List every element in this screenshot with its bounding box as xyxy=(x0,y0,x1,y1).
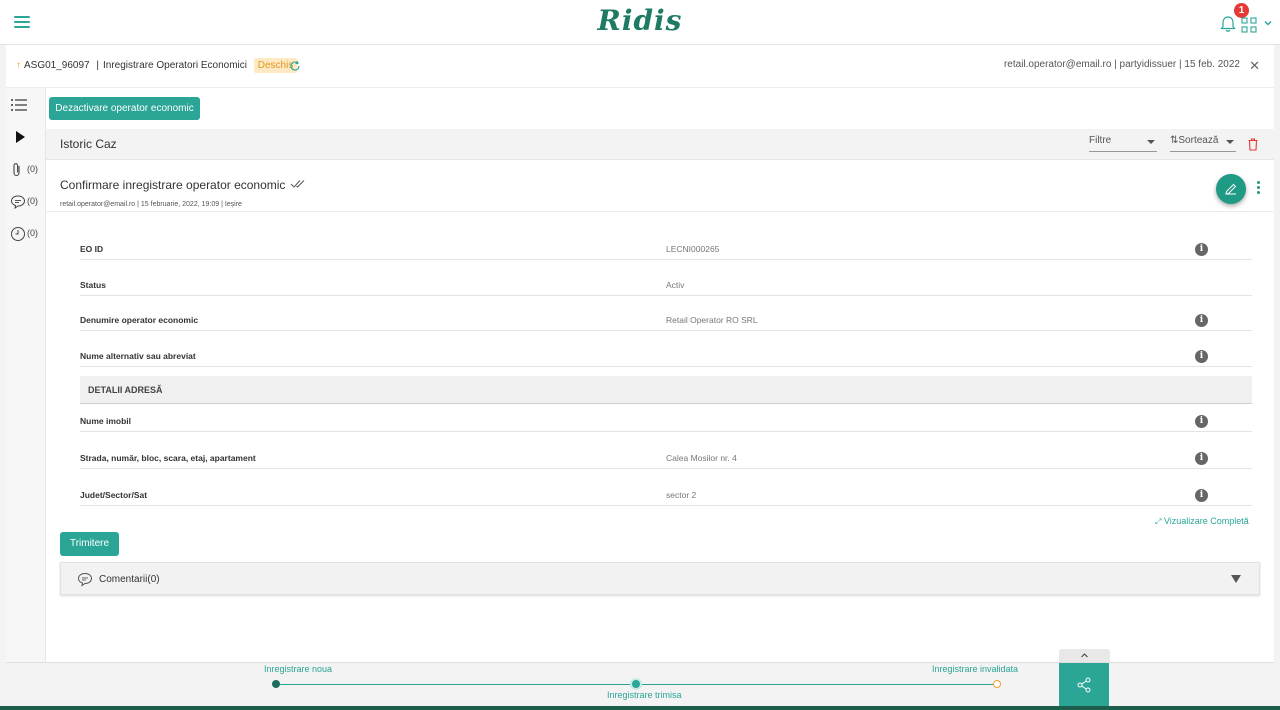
play-icon xyxy=(16,131,25,143)
field-row-county: Judet/Sector/Sat sector 2 i xyxy=(80,484,1252,506)
notification-badge: 1 xyxy=(1234,3,1249,18)
field-label: Denumire operator economic xyxy=(80,315,199,325)
case-id[interactable]: ASG01_96097 xyxy=(24,60,90,71)
app-logo[interactable]: Ridis xyxy=(0,4,1280,37)
step-label-new: Inregistrare noua xyxy=(264,664,333,674)
expand-icon: ⤢ xyxy=(1155,517,1162,526)
comments-title: Comentarii xyxy=(99,574,148,585)
case-breadcrumb: ↑ ASG01_96097 | Inregistrare Operatori Eco… xyxy=(16,58,298,73)
caret-down-icon xyxy=(1147,140,1155,144)
case-type: Inregistrare Operatori Economici xyxy=(103,60,247,71)
case-header: ↑ ASG01_96097 | Inregistrare Operatori Eco… xyxy=(6,45,1274,88)
comments-panel[interactable]: Comentarii(0) xyxy=(60,562,1260,595)
double-check-icon xyxy=(290,180,305,188)
refresh-icon[interactable] xyxy=(289,60,301,72)
caret-down-icon xyxy=(1226,140,1234,144)
field-row-street: Strada, număr, bloc, scara, etaj, aparta… xyxy=(80,447,1252,469)
rail-comments-button[interactable]: (0) xyxy=(6,192,46,212)
field-label: Nume alternativ sau abreviat xyxy=(80,351,196,361)
attachments-count: (0) xyxy=(27,164,38,174)
field-value: Retail Operator RO SRL xyxy=(666,315,758,325)
case-history-title: Istoric Caz xyxy=(60,137,117,151)
field-label: EO ID xyxy=(80,244,104,254)
trash-icon[interactable] xyxy=(1247,138,1259,151)
field-label: Nume imobil xyxy=(80,416,132,426)
entry-meta: retail.operator@email.ro | 15 februarie,… xyxy=(60,201,242,208)
bottom-edge xyxy=(0,706,1280,710)
field-label: Judet/Sector/Sat xyxy=(80,490,148,500)
comment-icon xyxy=(77,572,93,587)
field-row-building-name: Nume imobil i xyxy=(80,410,1252,432)
share-button[interactable] xyxy=(1059,663,1109,706)
info-icon[interactable]: i xyxy=(1195,314,1208,327)
apps-grid-icon[interactable] xyxy=(1241,17,1257,33)
edit-button[interactable] xyxy=(1216,174,1246,204)
sort-select-label: Sortează xyxy=(1178,135,1219,146)
comments-label: Comentarii(0) xyxy=(99,574,160,585)
step-dot-sent[interactable] xyxy=(632,680,640,688)
field-row-operator-name: Denumire operator economic Retail Operat… xyxy=(80,309,1252,331)
list-icon xyxy=(11,99,27,111)
rail-play-button[interactable] xyxy=(6,128,46,148)
breadcrumb-separator: | xyxy=(96,60,100,71)
info-icon[interactable]: i xyxy=(1195,415,1208,428)
case-history-bar: Istoric Caz Filtre ⇅Sortează xyxy=(46,129,1274,160)
step-label-invalidated: Inregistrare invalidata xyxy=(932,664,1019,674)
field-value: sector 2 xyxy=(666,490,697,500)
field-row-alt-name: Nume alternativ sau abreviat i xyxy=(80,345,1252,367)
section-title: DETALII ADRESĂ xyxy=(88,385,163,395)
top-bar: Ridis 1 xyxy=(0,0,1280,45)
history-count: (0) xyxy=(27,228,38,238)
sort-select[interactable]: ⇅Sortează xyxy=(1170,135,1236,152)
chevron-up-icon xyxy=(1081,653,1088,658)
main-panel: Dezactivare operator economic Istoric Ca… xyxy=(46,88,1274,662)
field-label: Status xyxy=(80,280,106,290)
case-meta: retail.operator@email.ro | partyidissuer… xyxy=(1003,59,1240,70)
field-value: Activ xyxy=(666,280,685,290)
pencil-icon xyxy=(1225,183,1237,195)
field-value: Calea Mosilor nr. 4 xyxy=(666,453,737,463)
full-view-link[interactable]: ⤢ Vizualizare Completă xyxy=(1155,516,1249,527)
step-dot-invalidated[interactable] xyxy=(993,680,1001,688)
field-row-eo-id: EO ID LECNI000265 i xyxy=(80,238,1252,260)
address-section-header: DETALII ADRESĂ xyxy=(80,376,1252,404)
step-label-sent: Inregistrare trimisa xyxy=(607,690,682,700)
send-button[interactable]: Trimitere xyxy=(60,532,119,556)
caret-down-icon[interactable] xyxy=(1231,575,1241,583)
share-icon xyxy=(1077,677,1091,693)
field-row-status: Status Activ xyxy=(80,274,1252,296)
info-icon[interactable]: i xyxy=(1195,350,1208,363)
step-dot-new[interactable] xyxy=(272,680,280,688)
comments-count: (0) xyxy=(147,574,160,585)
info-icon[interactable]: i xyxy=(1195,489,1208,502)
field-label: Strada, număr, bloc, scara, etaj, aparta… xyxy=(80,453,256,463)
arrow-up-icon: ↑ xyxy=(16,60,21,71)
close-icon[interactable]: ✕ xyxy=(1249,58,1260,74)
bell-icon[interactable] xyxy=(1219,15,1237,33)
filter-select[interactable]: Filtre xyxy=(1089,135,1157,152)
deactivate-operator-button[interactable]: Dezactivare operator economic xyxy=(49,97,200,120)
rail-history-button[interactable]: (0) xyxy=(6,224,46,244)
divider xyxy=(46,211,1274,212)
collapse-stepper-button[interactable] xyxy=(1059,649,1110,662)
full-view-label: Vizualizare Completă xyxy=(1163,516,1249,526)
workflow-stepper: Inregistrare noua Inregistrare trimisa I… xyxy=(6,662,1274,706)
more-options-icon[interactable] xyxy=(1255,181,1261,197)
rail-attachments-button[interactable]: (0) xyxy=(6,160,46,180)
comment-icon xyxy=(10,195,26,210)
field-value: LECNI000265 xyxy=(666,244,720,254)
entry-title: Confirmare inregistrare operator economi… xyxy=(60,178,286,192)
filter-select-label: Filtre xyxy=(1089,135,1112,146)
chevron-down-icon[interactable] xyxy=(1263,18,1273,28)
left-rail: (0) (0) (0) xyxy=(6,88,46,662)
rail-list-button[interactable] xyxy=(6,96,46,116)
comments-count: (0) xyxy=(27,196,38,206)
info-icon[interactable]: i xyxy=(1195,243,1208,256)
paperclip-icon xyxy=(13,163,20,177)
info-icon[interactable]: i xyxy=(1195,452,1208,465)
clock-icon xyxy=(11,227,25,241)
